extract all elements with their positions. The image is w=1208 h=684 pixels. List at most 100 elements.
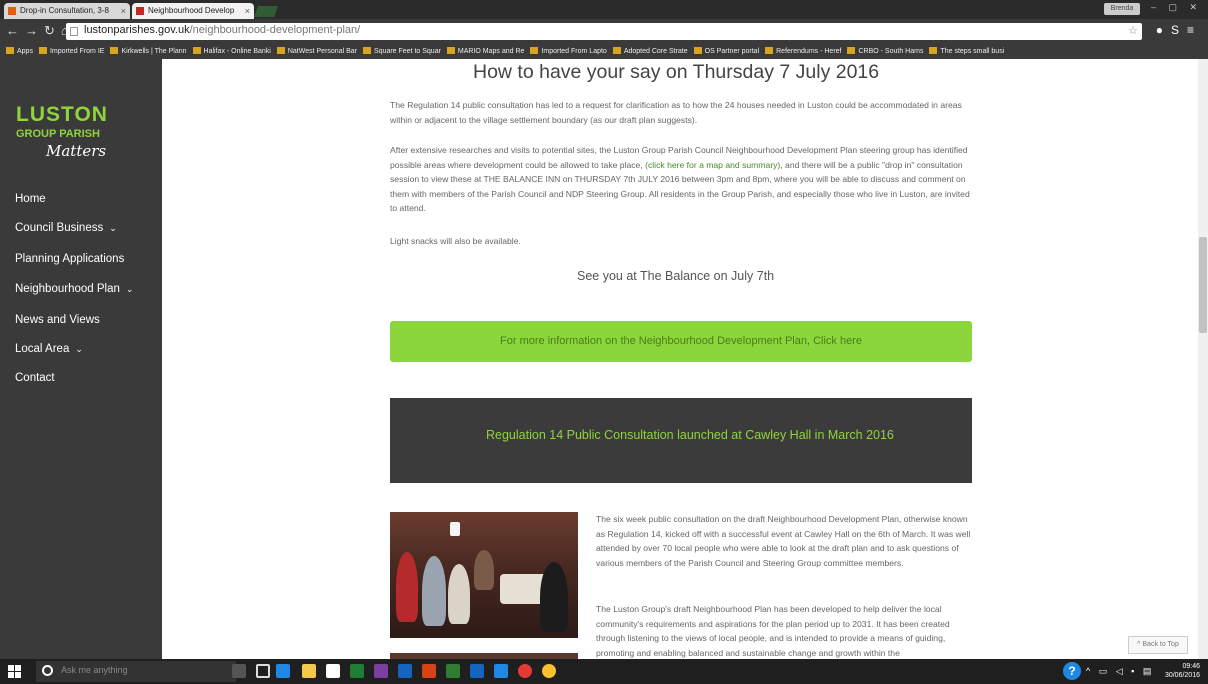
- folder-icon: [362, 47, 371, 54]
- bookmark-item[interactable]: Apps: [6, 45, 33, 59]
- paragraph-intro: The Regulation 14 public consultation ha…: [390, 100, 962, 125]
- more-info-button[interactable]: For more information on the Neighbourhoo…: [390, 321, 972, 362]
- nav-home[interactable]: Home: [15, 193, 46, 205]
- folder-icon: [446, 47, 455, 54]
- nav-buttons[interactable]: ←→↻⌂: [6, 23, 75, 39]
- edge-icon[interactable]: [276, 664, 290, 678]
- task-view-icon[interactable]: [256, 664, 270, 678]
- taskbar-clock[interactable]: 09:46 30/06/2016: [1165, 662, 1200, 680]
- forward-icon[interactable]: →: [25, 23, 44, 38]
- window-controls[interactable]: – ▢ ✕: [1151, 2, 1202, 13]
- paragraph-snacks: Light snacks will also be available.: [390, 236, 521, 246]
- paragraph-consultation: The six week public consultation on the …: [596, 514, 971, 568]
- page-scrollbar[interactable]: [1198, 59, 1208, 659]
- site-logo[interactable]: LUSTON GROUP PARISH Matters: [16, 103, 136, 183]
- extensions[interactable]: ●S≡: [1156, 23, 1202, 37]
- chrome-icon-2[interactable]: [542, 664, 556, 678]
- logo-line3: Matters: [46, 142, 107, 160]
- publisher-icon[interactable]: [446, 664, 460, 678]
- nav-council-business[interactable]: Council Business ⌄: [15, 222, 117, 234]
- taskbar-search-input[interactable]: Ask me anything: [36, 661, 236, 682]
- word-icon[interactable]: [470, 664, 484, 678]
- system-tray-icons[interactable]: ^ ▭ ◁ ▪ ▤: [1086, 666, 1154, 677]
- main-content: How to have your say on Thursday 7 July …: [162, 59, 1198, 659]
- help-icon[interactable]: ?: [1063, 662, 1081, 680]
- bookmark-item[interactable]: Imported From Lapto: [530, 45, 607, 59]
- extension-icon[interactable]: S: [1171, 23, 1187, 37]
- nav-label: Local Area: [15, 343, 70, 355]
- bookmark-item[interactable]: MARIO Maps and Re: [446, 45, 524, 59]
- store-icon[interactable]: [326, 664, 340, 678]
- file-explorer-icon[interactable]: [302, 664, 316, 678]
- nav-local-area[interactable]: Local Area ⌄: [15, 343, 83, 355]
- paragraph-sites: After extensive researches and visits to…: [390, 143, 974, 216]
- close-icon[interactable]: ×: [121, 3, 126, 19]
- address-bar-area: ←→↻⌂ lustonparishes.gov.uk/neighbourhood…: [0, 19, 1208, 45]
- folder-icon: [929, 47, 938, 54]
- outlook-icon[interactable]: [398, 664, 412, 678]
- nav-contact[interactable]: Contact: [15, 372, 55, 384]
- bookmark-item[interactable]: Kirkwells | The Plann: [110, 45, 187, 59]
- windows-start-icon[interactable]: [8, 665, 21, 678]
- bookmark-item[interactable]: Halifax - Online Banki: [192, 45, 271, 59]
- microphone-icon[interactable]: [232, 664, 246, 678]
- bookmark-item[interactable]: OS Partner portal: [693, 45, 759, 59]
- nav-label: Council Business: [15, 222, 104, 234]
- tab-bar: Drop-in Consultation, 3-8 × Neighbourhoo…: [0, 0, 1208, 19]
- clock-date: 30/06/2016: [1164, 672, 1200, 679]
- taskbar: Ask me anything ? ^ ▭ ◁ ▪ ▤ 09:46 30/06/2…: [0, 659, 1208, 684]
- skype-icon[interactable]: [494, 664, 508, 678]
- url-input[interactable]: lustonparishes.gov.uk/neighbourhood-deve…: [66, 23, 1142, 40]
- extension-icon[interactable]: ●: [1156, 23, 1171, 37]
- bookmark-star-icon[interactable]: ☆: [1128, 24, 1138, 37]
- menu-icon[interactable]: ≡: [1187, 23, 1202, 37]
- bookmark-label: NatWest Personal Bar: [287, 48, 357, 55]
- tab-neighbourhood[interactable]: Neighbourhood Develop ×: [132, 3, 254, 19]
- bookmark-label: Adopted Core Strate: [623, 48, 688, 55]
- page-title: How to have your say on Thursday 7 July …: [473, 61, 880, 83]
- excel-icon[interactable]: [350, 664, 364, 678]
- scrollbar-thumb[interactable]: [1199, 237, 1207, 333]
- bookmark-item[interactable]: Imported From IE: [38, 45, 105, 59]
- powerpoint-icon[interactable]: [422, 664, 436, 678]
- bookmarks-bar: Apps Imported From IE Kirkwells | The Plan…: [0, 45, 1208, 59]
- chrome-icon[interactable]: [518, 664, 532, 678]
- page-icon: [136, 7, 144, 15]
- chevron-down-icon: ⌄: [109, 223, 117, 233]
- nav-neighbourhood-plan[interactable]: Neighbourhood Plan ⌄: [15, 283, 133, 295]
- url-text: lustonparishes.gov.uk/neighbourhood-deve…: [84, 24, 360, 36]
- nav-news-and-views[interactable]: News and Views: [15, 314, 100, 326]
- reload-icon[interactable]: ↻: [44, 23, 61, 38]
- logo-line2: GROUP PARISH: [16, 128, 100, 140]
- user-profile-button[interactable]: Brenda: [1104, 3, 1140, 15]
- section-title: Regulation 14 Public Consultation launch…: [486, 428, 894, 442]
- page-info-icon[interactable]: [70, 27, 78, 36]
- bookmark-item[interactable]: NatWest Personal Bar: [276, 45, 357, 59]
- paragraph-plan: The Luston Group's draft Neighbourhood P…: [596, 604, 950, 658]
- bookmark-item[interactable]: CRBO - South Hams: [847, 45, 923, 59]
- url-host: lustonparishes.gov.uk: [84, 24, 190, 36]
- bookmark-label: Square Feet to Squar: [373, 48, 441, 55]
- clock-time: 09:46: [1182, 663, 1200, 670]
- tab-drop-in[interactable]: Drop-in Consultation, 3-8 ×: [4, 3, 130, 19]
- bookmark-label: CRBO - South Hams: [858, 48, 924, 55]
- bookmark-item[interactable]: Adopted Core Strate: [612, 45, 688, 59]
- folder-icon: [38, 47, 47, 54]
- bookmark-item[interactable]: Square Feet to Squar: [362, 45, 441, 59]
- back-to-top-button[interactable]: ^ Back to Top: [1128, 636, 1188, 654]
- bookmark-label: Apps: [17, 48, 33, 55]
- folder-icon: [693, 47, 702, 54]
- bookmark-label: Imported From IE: [49, 48, 105, 55]
- search-placeholder: Ask me anything: [61, 665, 128, 675]
- see-you-heading: See you at The Balance on July 7th: [577, 269, 775, 283]
- back-icon[interactable]: ←: [6, 23, 25, 38]
- nav-planning-applications[interactable]: Planning Applications: [15, 253, 124, 265]
- new-tab-button[interactable]: [253, 6, 279, 17]
- map-summary-link[interactable]: (click here for a map and summary): [645, 160, 780, 170]
- section-banner: Regulation 14 Public Consultation launch…: [390, 398, 972, 483]
- bookmark-item[interactable]: Referendums - Heref: [765, 45, 841, 59]
- close-icon[interactable]: ×: [245, 3, 250, 19]
- folder-icon: [6, 47, 14, 54]
- bookmark-item[interactable]: The steps small busi: [929, 45, 1004, 59]
- onenote-icon[interactable]: [374, 664, 388, 678]
